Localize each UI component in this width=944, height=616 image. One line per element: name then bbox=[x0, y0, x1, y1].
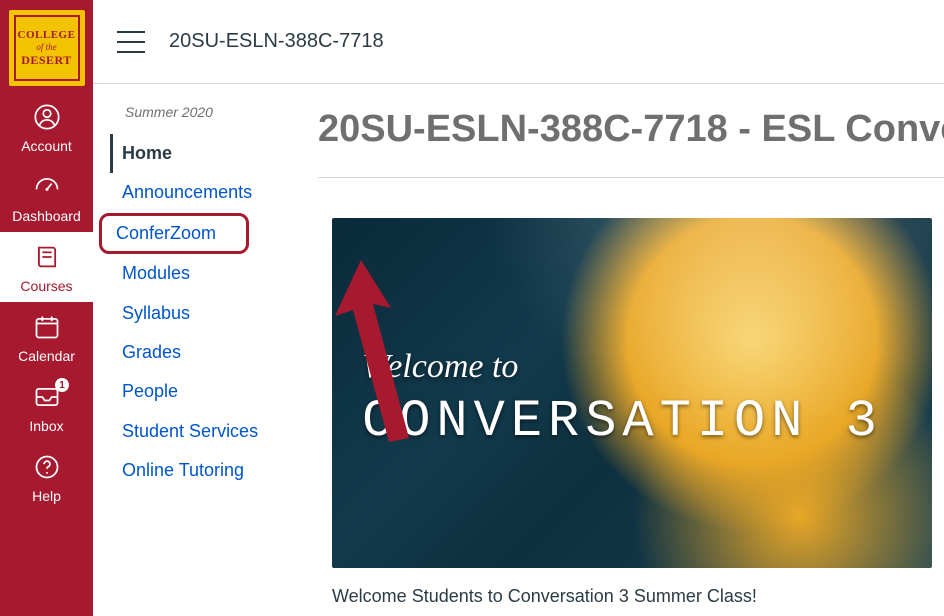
institution-logo-text: COLLEGE of the DESERT bbox=[14, 15, 80, 81]
nav-account-label: Account bbox=[21, 138, 72, 154]
help-icon bbox=[32, 452, 62, 482]
course-nav-conferzoom[interactable]: ConferZoom bbox=[99, 213, 249, 254]
nav-account[interactable]: Account bbox=[0, 92, 93, 162]
gauge-icon bbox=[32, 172, 62, 202]
hero-welcome: Welcome to bbox=[362, 348, 883, 386]
nav-calendar[interactable]: Calendar bbox=[0, 302, 93, 372]
global-nav: COLLEGE of the DESERT Account Dashboard … bbox=[0, 0, 93, 616]
nav-calendar-label: Calendar bbox=[18, 348, 75, 364]
hero-wrap: Welcome to CONVERSATION 3 Welcome Studen… bbox=[318, 178, 944, 607]
course-nav: Summer 2020 Home Announcements ConferZoo… bbox=[93, 84, 318, 616]
nav-help-label: Help bbox=[32, 488, 61, 504]
course-nav-announcements[interactable]: Announcements bbox=[110, 173, 300, 212]
nav-inbox[interactable]: 1 Inbox bbox=[0, 372, 93, 442]
institution-logo[interactable]: COLLEGE of the DESERT bbox=[9, 10, 85, 86]
nav-courses-label: Courses bbox=[20, 278, 72, 294]
nav-courses[interactable]: Courses bbox=[0, 232, 93, 302]
course-nav-list: Home Announcements ConferZoom Modules Sy… bbox=[119, 134, 300, 491]
logo-line1: COLLEGE bbox=[18, 30, 76, 41]
nav-help[interactable]: Help bbox=[0, 442, 93, 512]
course-nav-people[interactable]: People bbox=[110, 372, 300, 411]
nav-inbox-label: Inbox bbox=[29, 418, 63, 434]
hero-title: CONVERSATION 3 bbox=[362, 392, 883, 451]
course-nav-grades[interactable]: Grades bbox=[110, 333, 300, 372]
inbox-badge: 1 bbox=[55, 378, 69, 392]
main: 20SU-ESLN-388C-7718 - ESL Conversation W… bbox=[318, 84, 944, 616]
content-area: 20SU-ESLN-388C-7718 Summer 2020 Home Ann… bbox=[93, 0, 944, 616]
nav-dashboard[interactable]: Dashboard bbox=[0, 162, 93, 232]
calendar-icon bbox=[32, 312, 62, 342]
course-nav-student-services[interactable]: Student Services bbox=[110, 412, 300, 451]
book-icon bbox=[32, 242, 62, 272]
hero-text: Welcome to CONVERSATION 3 bbox=[362, 348, 883, 451]
logo-line2: of the bbox=[36, 43, 56, 52]
page-title: 20SU-ESLN-388C-7718 - ESL Conversation bbox=[318, 94, 944, 178]
hero-banner: Welcome to CONVERSATION 3 bbox=[332, 218, 932, 568]
logo-line3: DESERT bbox=[21, 54, 72, 66]
course-nav-modules[interactable]: Modules bbox=[110, 254, 300, 293]
user-circle-icon bbox=[32, 102, 62, 132]
menu-toggle-button[interactable] bbox=[117, 31, 145, 53]
body: Summer 2020 Home Announcements ConferZoo… bbox=[93, 84, 944, 616]
topbar: 20SU-ESLN-388C-7718 bbox=[93, 0, 944, 84]
course-nav-syllabus[interactable]: Syllabus bbox=[110, 294, 300, 333]
course-nav-online-tutoring[interactable]: Online Tutoring bbox=[110, 451, 300, 490]
welcome-line: Welcome Students to Conversation 3 Summe… bbox=[332, 586, 944, 607]
breadcrumb-course[interactable]: 20SU-ESLN-388C-7718 bbox=[169, 30, 384, 53]
nav-dashboard-label: Dashboard bbox=[12, 208, 81, 224]
term-label: Summer 2020 bbox=[125, 104, 300, 120]
course-nav-home[interactable]: Home bbox=[110, 134, 300, 173]
